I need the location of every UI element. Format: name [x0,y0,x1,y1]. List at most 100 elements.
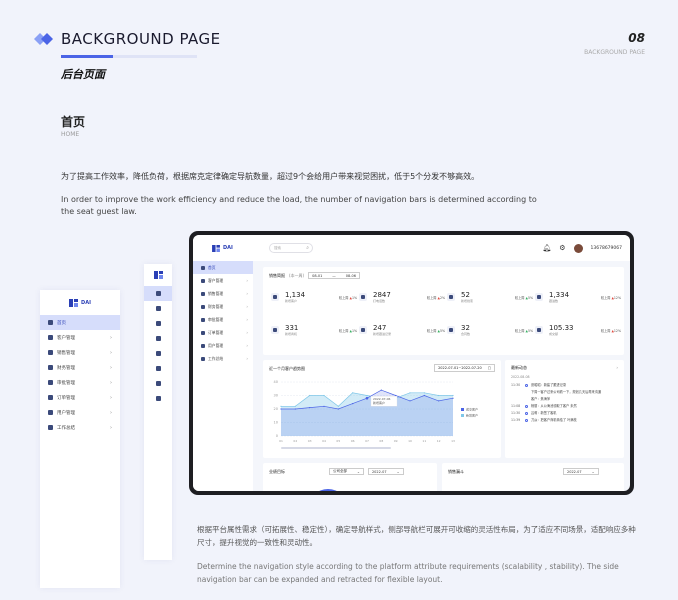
funnel-month-select[interactable]: 2022-07 ⌄ [563,468,599,475]
feed-item: 11:30 张昭昭：新建了跟进记录 [511,383,618,387]
page-header-subtitle: 后台页面 [61,68,105,81]
sidebar-nav-item-2[interactable]: 销售管理 › [193,287,253,300]
x-tick-label: 10 [408,439,412,443]
feed-date: 2022-08-08 [511,375,530,379]
app-topbar: DAI 搜索 ⌕ 🔔︎ ⚙ 13678679067 [193,235,630,261]
nav-item-3[interactable]: 财务管理 › [40,360,120,375]
stat-percent: 12% [613,295,621,300]
sidebar-item-label: 客户管理 [208,277,224,283]
data-point [352,403,354,405]
sidebar-nav-item-7[interactable]: 工作总结 › [193,352,253,365]
sidebar-nav-item-6[interactable]: 用户管理 › [193,339,253,352]
data-point [280,408,282,410]
people-icon [48,410,53,415]
user-phone[interactable]: 13678679067 [591,246,623,251]
y-tick-label: 30 [274,394,278,398]
user-icon [48,335,53,340]
stat-value: 1,334 [549,290,570,299]
description-cn: 为了提高工作效率，降低负荷，根据席克定律确定导航数量，超过9个会给用户带来视觉困… [61,172,480,181]
page-number: 08 [628,31,645,45]
sidebar-nav-item-1[interactable]: 客户管理 › [193,274,253,287]
x-tick-label: 08 [379,439,383,443]
performance-header: 业绩目标 公司全部 ⌄ 2022-07 ⌄ [269,468,404,475]
nav-item-6[interactable]: 用户管理 › [40,405,120,420]
sidebar-nav-item-4[interactable]: 审批管理 › [193,313,253,326]
sidebar-nav-item-5[interactable]: 订单管理 › [193,326,253,339]
nav-item-5-collapsed[interactable] [144,361,172,376]
data-point [352,392,354,394]
date-range-picker[interactable]: 08-01 — 08-06 [308,272,360,279]
stat-card: 247 新增跟进记录 较上周 ▲5% [359,320,445,340]
nav-item-7[interactable]: 工作总结 › [40,420,120,435]
company-select-value: 公司全部 [333,469,347,473]
home-icon [201,265,205,270]
funnel-title: 销售漏斗 [448,468,464,474]
nav-item-0[interactable]: 首页 [40,315,120,330]
nav-item-7-collapsed[interactable] [144,391,172,406]
nav-item-6-collapsed[interactable] [144,376,172,391]
stat-percent: 5% [527,295,533,300]
nav-item-2-collapsed[interactable] [144,316,172,331]
sales-brief-sub: (本一周) [289,272,305,278]
feed-text: 刀焱：把客户商机转给了 叶满枝 [531,418,577,422]
feed-text: 吕莉：新签了客机 [531,411,557,415]
chevron-right-icon: › [110,334,112,341]
nav-item-1[interactable]: 客户管理 › [40,330,120,345]
search-icon[interactable]: ⌕ [306,245,309,251]
search-input[interactable]: 搜索 ⌕ [269,243,313,253]
topbar-right: 🔔︎ ⚙ 13678679067 [542,243,630,253]
app-content: 销售简报 (本一周) 08-01 — 08-06 1,134 新增客户 较上周 ▲1… [263,267,624,491]
chevron-right-icon: › [246,356,248,361]
tooltip-label: 新增客户 [373,400,385,405]
sidebar-item-label: 工作总结 [208,355,224,361]
gear-icon[interactable]: ⚙ [559,244,565,252]
nav-item-4[interactable]: 审批管理 › [40,375,120,390]
nav-item-3-collapsed[interactable] [144,331,172,346]
approve-icon [201,317,205,322]
timeline-dot-icon [525,404,528,408]
avatar[interactable] [573,243,583,253]
sidebar-item-label: 财务管理 [208,303,224,309]
stat-compare: 较上周 ▲5% [515,328,533,333]
data-point [380,389,382,391]
sales-brief-panel: 销售简报 (本一周) 08-01 — 08-06 1,134 新增客户 较上周 ▲1… [263,267,624,355]
stat-icon [535,326,543,334]
legend-label: 成交客户 [466,407,478,412]
data-point [294,408,296,410]
sidebar-nav-item-3[interactable]: 财务管理 › [193,300,253,313]
y-tick-label: 10 [274,421,278,425]
stat-values: 1,134 新增客户 [285,291,305,304]
chevron-right-icon: › [246,343,248,348]
stat-icon [359,326,367,334]
data-point [366,394,368,397]
nav-logo: DAI [40,290,120,315]
app-logo[interactable]: DAI [193,244,253,252]
feed-time: 11:30 [511,383,521,387]
nav-item-label: 订单管理 [57,395,75,401]
legend-swatch [461,414,464,417]
data-point [409,392,411,394]
feed-more-icon[interactable]: › [616,365,618,371]
nav-item-4-collapsed[interactable] [144,346,172,361]
stat-percent: 5% [439,328,445,333]
chevron-down-icon: ⌄ [591,469,595,474]
trend-chart: 0 10 20 30 40 01 02 03 04 05 06 07 08 09 10 11 12 13 2022-… [274,380,478,449]
nav-item-label: 审批管理 [57,380,75,386]
sidebar-nav-item-0[interactable]: 首页 [193,261,253,274]
legend-label: 新增客户 [466,413,478,418]
month-select[interactable]: 2022-07 ⌄ [367,468,404,475]
logo-icon [69,298,79,307]
stat-icon [447,326,455,334]
bell-icon[interactable]: 🔔︎ [542,244,551,252]
nav-item-0-collapsed[interactable] [144,286,172,301]
nav-item-2[interactable]: 销售管理 › [40,345,120,360]
nav-item-1-collapsed[interactable] [144,301,172,316]
stat-label: 新增跟进记录 [373,331,392,336]
x-tick-label: 01 [279,439,283,443]
finance-icon [201,304,205,309]
chart-scrollbar [281,447,391,449]
company-select[interactable]: 公司全部 ⌄ [329,468,364,475]
nav-item-5[interactable]: 订单管理 › [40,390,120,405]
stat-compare: 较上周 ▲2% [427,295,445,300]
user-icon [201,278,205,283]
